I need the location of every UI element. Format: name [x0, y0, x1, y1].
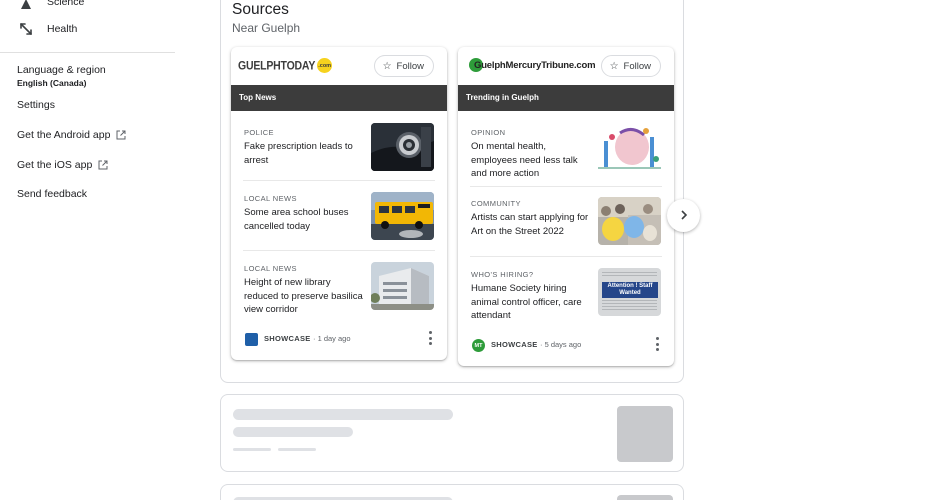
more-options-icon[interactable] — [427, 331, 433, 345]
article-category: LOCAL NEWS — [244, 194, 297, 203]
article-title: Humane Society hiring animal control off… — [471, 283, 582, 321]
loading-card — [220, 484, 684, 500]
android-app-link[interactable]: Get the Android app — [17, 129, 126, 141]
loading-line — [233, 409, 453, 420]
footer-source-name: SHOWCASE — [264, 334, 311, 343]
publisher-card-guelphtoday[interactable]: GUELPHTODAY .com ☆ Follow Top News POLIC… — [231, 47, 447, 360]
staff-wanted-thumbnail: Attention ! Staff Wanted — [598, 268, 661, 316]
star-icon: ☆ — [382, 60, 392, 72]
footer-source-name: SHOWCASE — [491, 340, 538, 349]
newspaper-lines — [602, 300, 657, 312]
sidebar-item-label: Science — [47, 0, 85, 8]
article-category: WHO'S HIRING? — [471, 270, 534, 279]
footer-time: 1 day ago — [317, 334, 351, 343]
health-icon — [17, 20, 35, 38]
chevron-right-icon — [679, 207, 689, 225]
publisher-footer: SHOWCASE · 1 day ago — [231, 324, 447, 354]
mt-badge-icon: MT — [472, 339, 485, 352]
loading-card — [220, 394, 684, 472]
follow-button[interactable]: ☆ Follow — [600, 55, 661, 77]
sidebar-item-science[interactable]: Science — [17, 0, 84, 11]
language-value: English (Canada) — [17, 78, 87, 88]
loading-thumbnail — [617, 495, 673, 500]
footer-source: SHOWCASE · 1 day ago — [264, 334, 351, 343]
publisher-footer: MT SHOWCASE · 5 days ago — [458, 330, 674, 360]
publisher-header: GuelphMercuryTribune.com ☆ Follow — [458, 47, 674, 85]
sources-title: Sources — [232, 1, 289, 18]
footer-source: SHOWCASE · 5 days ago — [491, 340, 581, 349]
android-app-label: Get the Android app — [17, 129, 111, 141]
section-bar: Trending in Guelph — [458, 85, 674, 111]
loading-line — [233, 427, 353, 437]
external-link-icon — [116, 130, 126, 140]
follow-label: Follow — [623, 60, 651, 72]
loading-thumbnail — [617, 406, 673, 462]
article-item[interactable]: OPINION On mental health, employees need… — [470, 111, 662, 187]
showcase-logo — [245, 333, 258, 346]
settings-link[interactable]: Settings — [17, 99, 55, 111]
next-button[interactable] — [667, 199, 700, 232]
follow-label: Follow — [396, 60, 424, 72]
sidebar: Science Health Language & region English… — [0, 0, 180, 500]
newspaper-lines — [602, 272, 657, 278]
more-options-icon[interactable] — [654, 337, 660, 351]
article-item[interactable]: WHO'S HIRING? Humane Society hiring anim… — [470, 257, 662, 341]
guelphtoday-logo[interactable]: GUELPHTODAY .com — [238, 58, 333, 73]
footer-time: 5 days ago — [544, 340, 582, 349]
external-link-icon — [98, 160, 108, 170]
article-title: On mental health, employees need less ta… — [471, 141, 578, 179]
guelphmercurytribune-logo[interactable]: GuelphMercuryTribune.com — [469, 58, 596, 72]
school-bus-thumbnail — [371, 192, 434, 240]
article-category: POLICE — [244, 128, 274, 137]
ios-app-link[interactable]: Get the iOS app — [17, 159, 108, 171]
section-bar: Top News — [231, 85, 447, 111]
publisher-header: GUELPHTODAY .com ☆ Follow — [231, 47, 447, 85]
article-title: Artists can start applying for Art on th… — [471, 212, 589, 237]
balloons-thumbnail — [598, 197, 661, 245]
science-icon — [17, 0, 35, 11]
sidebar-divider — [0, 52, 175, 53]
ios-app-label: Get the iOS app — [17, 159, 93, 171]
library-thumbnail — [371, 262, 434, 310]
sidebar-item-label: Health — [47, 23, 78, 35]
article-title: Height of new library reduced to preserv… — [244, 277, 363, 315]
article-category: LOCAL NEWS — [244, 264, 297, 273]
sources-subtitle: Near Guelph — [232, 21, 301, 35]
mental-health-thumbnail — [598, 123, 661, 171]
article-category: OPINION — [471, 128, 506, 137]
logo-text: GuelphMercuryTribune.com — [474, 59, 596, 71]
article-item[interactable]: COMMUNITY Artists can start applying for… — [470, 187, 662, 257]
send-feedback-link[interactable]: Send feedback — [17, 188, 87, 200]
star-icon: ☆ — [609, 60, 619, 72]
staff-wanted-sign: Attention ! Staff Wanted — [602, 282, 658, 298]
article-item[interactable]: LOCAL NEWS Some area school buses cancel… — [243, 181, 435, 251]
loading-line — [233, 448, 271, 451]
follow-button[interactable]: ☆ Follow — [373, 55, 434, 77]
article-category: COMMUNITY — [471, 199, 521, 208]
article-title: Fake prescription leads to arrest — [244, 141, 353, 166]
article-item[interactable]: POLICE Fake prescription leads to arrest — [243, 111, 435, 181]
article-title: Some area school buses cancelled today — [244, 207, 349, 232]
language-region-link[interactable]: Language & region — [17, 64, 106, 76]
sidebar-item-health[interactable]: Health — [17, 20, 77, 38]
police-badge-thumbnail — [371, 123, 434, 171]
logo-text: GUELPHTODAY — [238, 58, 316, 73]
loading-line — [278, 448, 316, 451]
publisher-card-guelphmercurytribune[interactable]: GuelphMercuryTribune.com ☆ Follow Trendi… — [458, 47, 674, 366]
logo-badge: .com — [317, 58, 333, 73]
